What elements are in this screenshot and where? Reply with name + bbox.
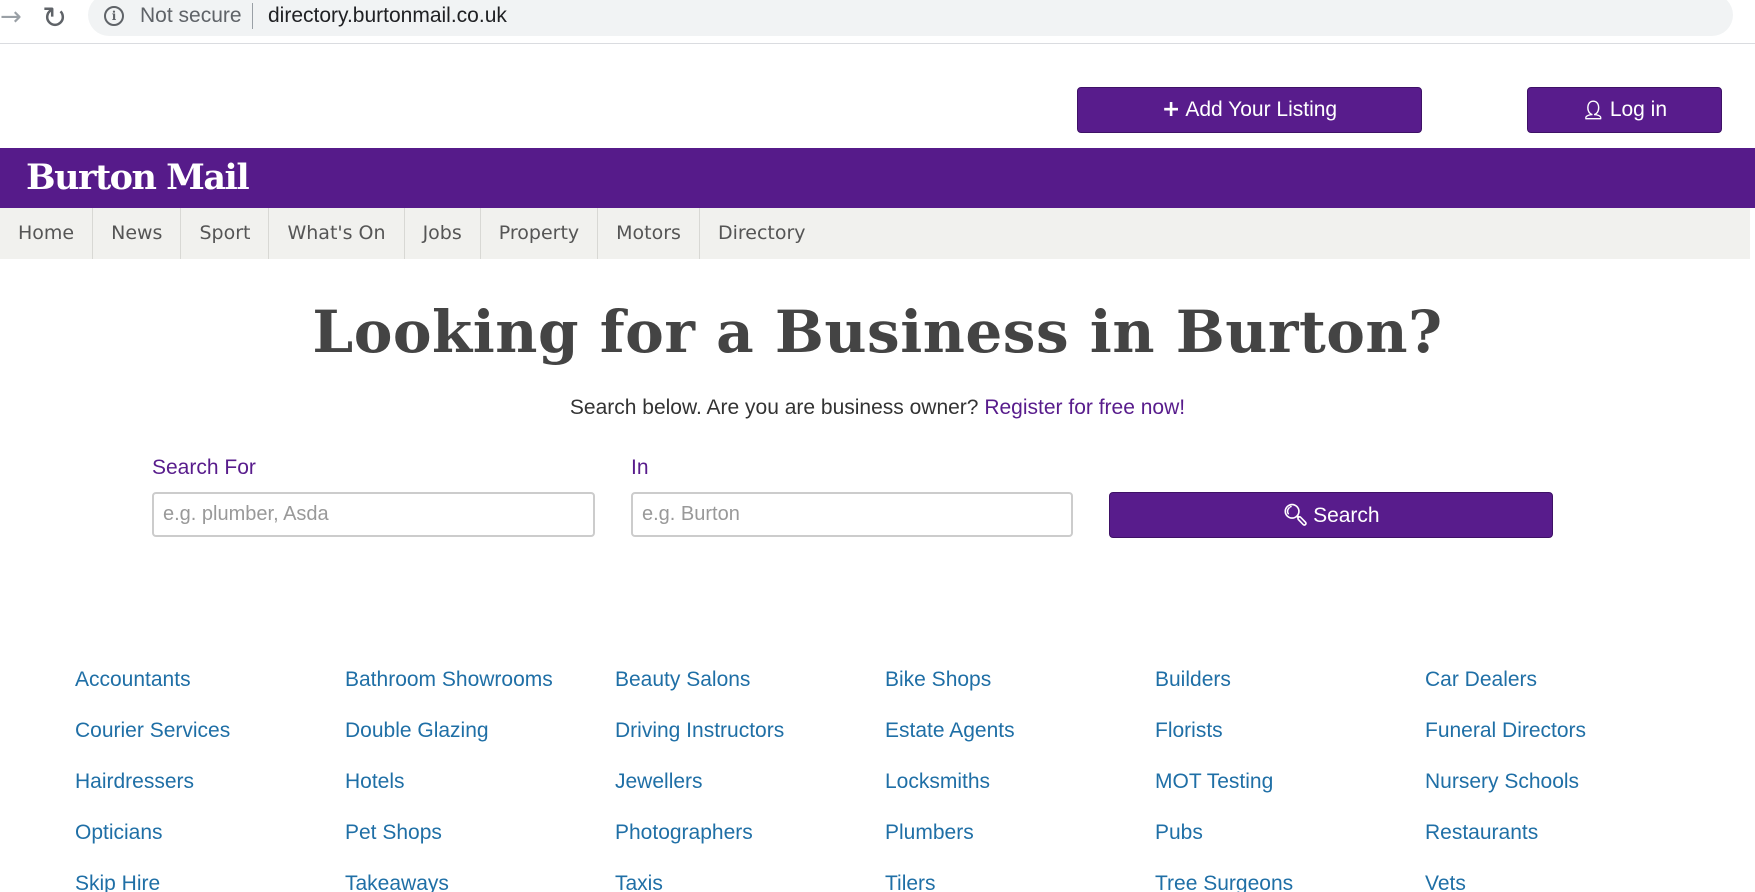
nav-item-motors[interactable]: Motors xyxy=(598,208,700,259)
category-link[interactable]: Funeral Directors xyxy=(1425,719,1695,770)
category-link[interactable]: Accountants xyxy=(75,668,345,719)
browser-address-bar: → ↻ i Not secure directory.burtonmail.co… xyxy=(0,0,1755,44)
search-for-label: Search For xyxy=(152,456,256,479)
category-link[interactable]: Pubs xyxy=(1155,821,1425,872)
category-link[interactable]: Tree Surgeons xyxy=(1155,872,1425,892)
search-in-label: In xyxy=(631,456,649,479)
category-link[interactable]: Nursery Schools xyxy=(1425,770,1695,821)
nav-item-whats-on[interactable]: What's On xyxy=(269,208,405,259)
category-link[interactable]: Photographers xyxy=(615,821,885,872)
category-link[interactable]: Locksmiths xyxy=(885,770,1155,821)
omnibox[interactable]: i Not secure directory.burtonmail.co.uk xyxy=(88,0,1733,36)
category-link[interactable]: Restaurants xyxy=(1425,821,1695,872)
category-link[interactable]: Jewellers xyxy=(615,770,885,821)
user-icon: 👤︎ xyxy=(1581,100,1605,121)
category-link[interactable]: Car Dealers xyxy=(1425,668,1695,719)
login-label: Log in xyxy=(1609,98,1668,121)
category-link[interactable]: Beauty Salons xyxy=(615,668,885,719)
login-button[interactable]: 👤︎ Log in xyxy=(1527,87,1722,133)
category-link[interactable]: Courier Services xyxy=(75,719,345,770)
nav-item-home[interactable]: Home xyxy=(0,208,94,259)
nav-item-jobs[interactable]: Jobs xyxy=(405,208,481,259)
nav-item-directory[interactable]: Directory xyxy=(700,208,824,259)
main-nav: Home News Sport What's On Jobs Property … xyxy=(0,208,1750,259)
category-link[interactable]: Hairdressers xyxy=(75,770,345,821)
category-link[interactable]: Taxis xyxy=(615,872,885,892)
reload-icon[interactable]: ↻ xyxy=(42,1,67,36)
category-link[interactable]: MOT Testing xyxy=(1155,770,1425,821)
search-icon: 🔍︎ xyxy=(1282,503,1310,527)
category-link[interactable]: Vets xyxy=(1425,872,1695,892)
category-link[interactable]: Bike Shops xyxy=(885,668,1155,719)
category-link[interactable]: Driving Instructors xyxy=(615,719,885,770)
security-status: Not secure xyxy=(140,4,242,27)
omnibox-divider xyxy=(252,3,253,29)
category-link[interactable]: Builders xyxy=(1155,668,1425,719)
page-title: Looking for a Business in Burton? xyxy=(312,298,1443,366)
category-link[interactable]: Pet Shops xyxy=(345,821,615,872)
nav-item-news[interactable]: News xyxy=(93,208,182,259)
hero-subtitle: Search below. Are you are business owner… xyxy=(0,396,1755,420)
category-link[interactable]: Takeaways xyxy=(345,872,615,892)
info-icon[interactable]: i xyxy=(104,6,124,26)
category-link[interactable]: Tilers xyxy=(885,872,1155,892)
nav-item-property[interactable]: Property xyxy=(481,208,599,259)
category-link[interactable]: Hotels xyxy=(345,770,615,821)
category-link[interactable]: Double Glazing xyxy=(345,719,615,770)
nav-item-sport[interactable]: Sport xyxy=(181,208,270,259)
url-text[interactable]: directory.burtonmail.co.uk xyxy=(268,4,507,28)
register-link[interactable]: Register for free now! xyxy=(984,396,1185,419)
forward-arrow-icon[interactable]: → xyxy=(0,2,22,32)
category-link[interactable]: Florists xyxy=(1155,719,1425,770)
category-grid: Accountants Bathroom Showrooms Beauty Sa… xyxy=(75,668,1695,892)
category-link[interactable]: Plumbers xyxy=(885,821,1155,872)
category-link[interactable]: Bathroom Showrooms xyxy=(345,668,615,719)
search-button-label: Search xyxy=(1313,504,1380,527)
category-link[interactable]: Opticians xyxy=(75,821,345,872)
site-logo[interactable]: Burton Mail xyxy=(26,157,250,198)
plus-icon: + xyxy=(1161,97,1181,122)
search-button[interactable]: 🔍︎ Search xyxy=(1109,492,1553,538)
category-link[interactable]: Estate Agents xyxy=(885,719,1155,770)
category-link[interactable]: Skip Hire xyxy=(75,872,345,892)
add-listing-label: Add Your Listing xyxy=(1185,98,1338,121)
hero-subtitle-text: Search below. Are you are business owner… xyxy=(569,396,979,419)
add-listing-button[interactable]: + Add Your Listing xyxy=(1077,87,1422,133)
masthead: Burton Mail xyxy=(0,148,1755,208)
search-for-input[interactable] xyxy=(152,492,595,537)
search-in-input[interactable] xyxy=(631,492,1073,537)
